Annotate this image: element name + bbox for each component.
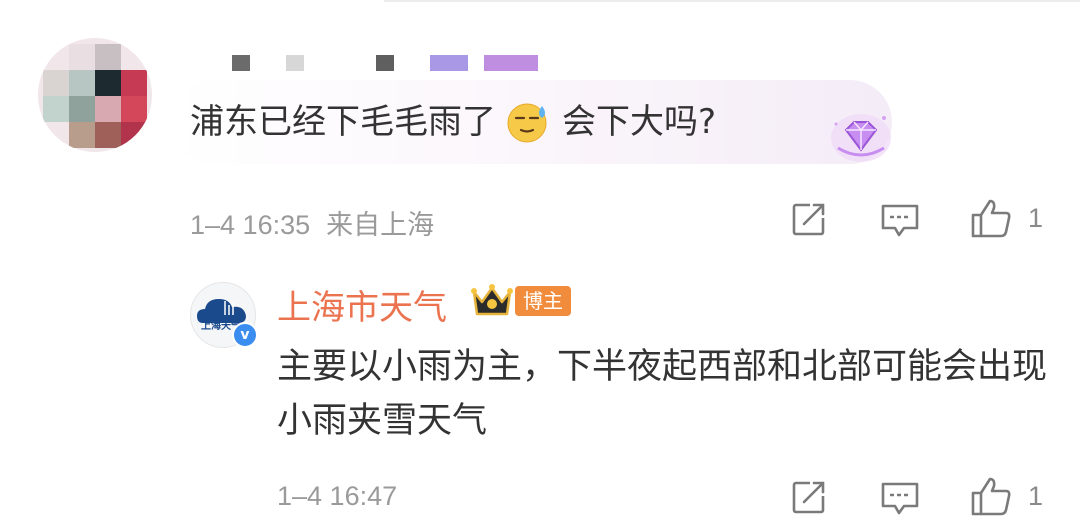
comment-like-count: 1 — [1028, 203, 1044, 233]
reply-forward-icon[interactable] — [790, 478, 828, 516]
comment-icon[interactable] — [880, 202, 920, 240]
crown-icon — [471, 284, 513, 316]
reply-time: 1–4 16:47 — [277, 481, 398, 511]
reply-like-count: 1 — [1028, 481, 1044, 511]
sweat-smile-emoji-icon — [507, 103, 547, 143]
comment-text-part2: 会下大吗? — [562, 102, 717, 142]
diamond-badge-icon — [831, 114, 891, 162]
comment-time: 1–4 16:35 — [190, 210, 311, 240]
comment-text-part1: 浦东已经下毛毛雨了 — [190, 102, 496, 142]
commenter-avatar[interactable] — [38, 38, 152, 152]
reply-text: 主要以小雨为主，下半夜起西部和北部可能会出现小雨夹雪天气 — [277, 347, 1048, 441]
blogger-badge: 博主 — [515, 286, 571, 316]
reply-like-icon[interactable] — [970, 476, 1012, 516]
comment-text: 浦东已经下毛毛雨了 会下大吗? — [190, 98, 716, 146]
comment-meta: 1–4 16:35 来自上海 — [190, 203, 434, 242]
top-divider — [384, 0, 1080, 2]
like-icon[interactable] — [970, 198, 1012, 238]
reply-author-name[interactable]: 上海市天气 — [277, 280, 447, 329]
comment-source: 来自上海 — [326, 210, 435, 240]
reply-comment-icon[interactable] — [880, 480, 920, 518]
forward-icon[interactable] — [790, 200, 828, 238]
reply-meta: 1–4 16:47 — [277, 481, 397, 512]
verified-badge-icon: v — [232, 322, 258, 348]
